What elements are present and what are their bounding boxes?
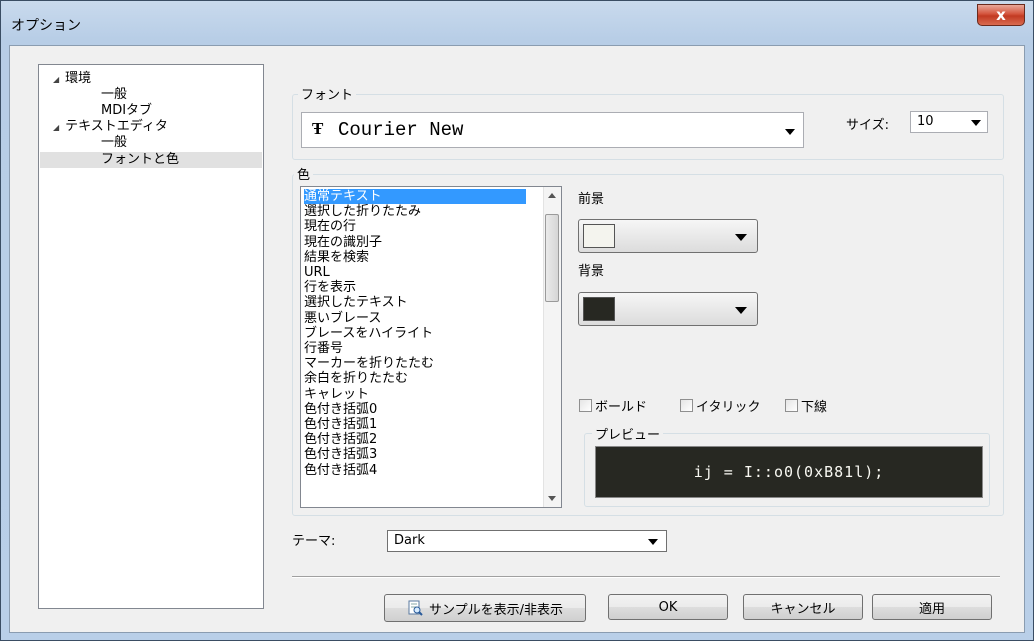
cancel-button[interactable]: キャンセル <box>743 594 863 620</box>
chevron-down-icon[interactable] <box>735 307 747 314</box>
tree-item-text-editor[interactable]: ◢ テキストエディタ <box>53 119 168 135</box>
color-list-item[interactable]: 現在の識別子 <box>304 235 382 250</box>
italic-checkbox[interactable]: イタリック <box>680 396 760 415</box>
ok-button[interactable]: OK <box>608 594 728 620</box>
tree-item-mdi-tab[interactable]: MDIタブ <box>101 103 152 119</box>
scroll-down-icon[interactable] <box>548 496 556 501</box>
cancel-label: キャンセル <box>770 601 836 617</box>
chevron-down-icon[interactable] <box>785 129 795 135</box>
bold-label: ボールド <box>595 400 648 415</box>
font-size-combo[interactable]: 10 <box>910 111 988 133</box>
tree-item-fonts-and-colors[interactable]: フォントと色 <box>40 152 262 168</box>
tree-item-general[interactable]: 一般 <box>101 87 127 103</box>
separator <box>292 576 1000 578</box>
scroll-thumb[interactable] <box>545 214 559 302</box>
color-list-item[interactable]: 余白を折りたたむ <box>304 371 408 386</box>
foreground-swatch <box>583 224 615 248</box>
checkbox-box[interactable] <box>579 399 592 412</box>
bold-checkbox[interactable]: ボールド <box>579 396 647 415</box>
category-tree[interactable]: ◢ 環境 一般 MDIタブ ◢ テキストエディタ 一般 フォントと色 <box>38 64 264 609</box>
color-list-item[interactable]: 悪いブレース <box>304 311 381 326</box>
color-item-list[interactable]: 通常テキスト 選択した折りたたみ 現在の行 現在の識別子 結果を検索 URL 行を表示 選択し… <box>300 186 562 508</box>
tree-item-editor-general[interactable]: 一般 <box>101 135 127 151</box>
color-list-item[interactable]: 色付き括弧4 <box>304 463 377 478</box>
color-list-item[interactable]: 現在の行 <box>304 219 356 234</box>
font-preview: ij = I::o0(0xB81l); <box>595 446 983 498</box>
checkbox-box[interactable] <box>680 399 693 412</box>
theme-label: テーマ: <box>292 534 336 549</box>
tree-item-label: 一般 <box>101 135 128 150</box>
expand-triangle-icon[interactable]: ◢ <box>53 120 59 136</box>
apply-button[interactable]: 適用 <box>872 594 992 620</box>
color-list-item[interactable]: 色付き括弧3 <box>304 447 377 462</box>
color-list-item[interactable]: 選択したテキスト <box>304 295 408 310</box>
color-list-item[interactable]: 行を表示 <box>304 280 356 295</box>
document-search-icon <box>408 600 423 616</box>
color-list-item[interactable]: 色付き括弧0 <box>304 402 377 417</box>
background-label: 背景 <box>578 264 605 279</box>
tree-item-label: 環境 <box>65 71 92 86</box>
font-size-value: 10 <box>917 114 934 129</box>
toggle-sample-button[interactable]: サンプルを表示/非表示 <box>384 594 586 622</box>
expand-triangle-icon[interactable]: ◢ <box>53 72 59 88</box>
font-family-combo[interactable]: Ŧ Courier New <box>301 112 804 148</box>
checkbox-box[interactable] <box>785 399 798 412</box>
window-title: オプション <box>11 18 81 34</box>
preview-text: ij = I::o0(0xB81l); <box>693 463 885 481</box>
color-list-item[interactable]: ブレースをハイライト <box>304 326 433 341</box>
color-list-item[interactable]: 選択した折りたたみ <box>304 204 421 219</box>
chevron-down-icon[interactable] <box>735 234 747 241</box>
title-bar: オプション x <box>1 1 1033 45</box>
color-list-item[interactable]: 結果を検索 <box>304 250 369 265</box>
color-list-item[interactable]: 通常テキスト <box>304 189 526 204</box>
color-list-item[interactable]: 色付き括弧2 <box>304 432 377 447</box>
font-group-label: フォント <box>298 84 357 103</box>
close-button[interactable]: x <box>977 4 1025 26</box>
color-list-item[interactable]: マーカーを折りたたむ <box>304 356 434 371</box>
chevron-down-icon[interactable] <box>648 539 658 545</box>
size-label: サイズ: <box>846 118 889 133</box>
close-icon: x <box>996 6 1006 24</box>
theme-combo[interactable]: Dark <box>387 530 667 552</box>
dialog-client-area: ◢ 環境 一般 MDIタブ ◢ テキストエディタ 一般 フォントと色 フォント Ŧ … <box>9 45 1025 633</box>
color-list-item[interactable]: キャレット <box>304 387 369 402</box>
tree-item-label: フォントと色 <box>101 152 180 167</box>
toggle-sample-label: サンプルを表示/非表示 <box>429 602 563 618</box>
options-dialog: オプション x ◢ 環境 一般 MDIタブ ◢ テキストエディタ 一般 フォントと色 <box>0 0 1034 641</box>
font-family-value: Courier New <box>338 119 464 141</box>
foreground-color-combo[interactable] <box>578 219 758 253</box>
tree-item-label: 一般 <box>101 87 128 102</box>
scroll-up-icon[interactable] <box>548 193 556 198</box>
italic-label: イタリック <box>696 400 761 415</box>
preview-group-label: プレビュー <box>592 424 664 443</box>
chevron-down-icon[interactable] <box>971 120 981 126</box>
background-color-combo[interactable] <box>578 292 758 326</box>
foreground-label: 前景 <box>578 192 605 207</box>
apply-label: 適用 <box>918 601 945 617</box>
list-scrollbar[interactable] <box>543 187 561 507</box>
underline-checkbox[interactable]: 下線 <box>785 396 827 415</box>
tree-item-label: テキストエディタ <box>65 119 168 134</box>
ok-label: OK <box>658 599 678 615</box>
truetype-font-icon: Ŧ <box>312 119 324 138</box>
color-list-item[interactable]: 行番号 <box>304 341 343 356</box>
underline-label: 下線 <box>801 400 828 415</box>
color-group-label: 色 <box>294 164 314 183</box>
color-list-item[interactable]: 色付き括弧1 <box>304 417 377 432</box>
background-swatch <box>583 297 615 321</box>
theme-value: Dark <box>394 533 425 548</box>
tree-item-environment[interactable]: ◢ 環境 <box>53 71 91 87</box>
tree-item-label: MDIタブ <box>101 103 153 118</box>
color-list-item[interactable]: URL <box>304 265 330 280</box>
